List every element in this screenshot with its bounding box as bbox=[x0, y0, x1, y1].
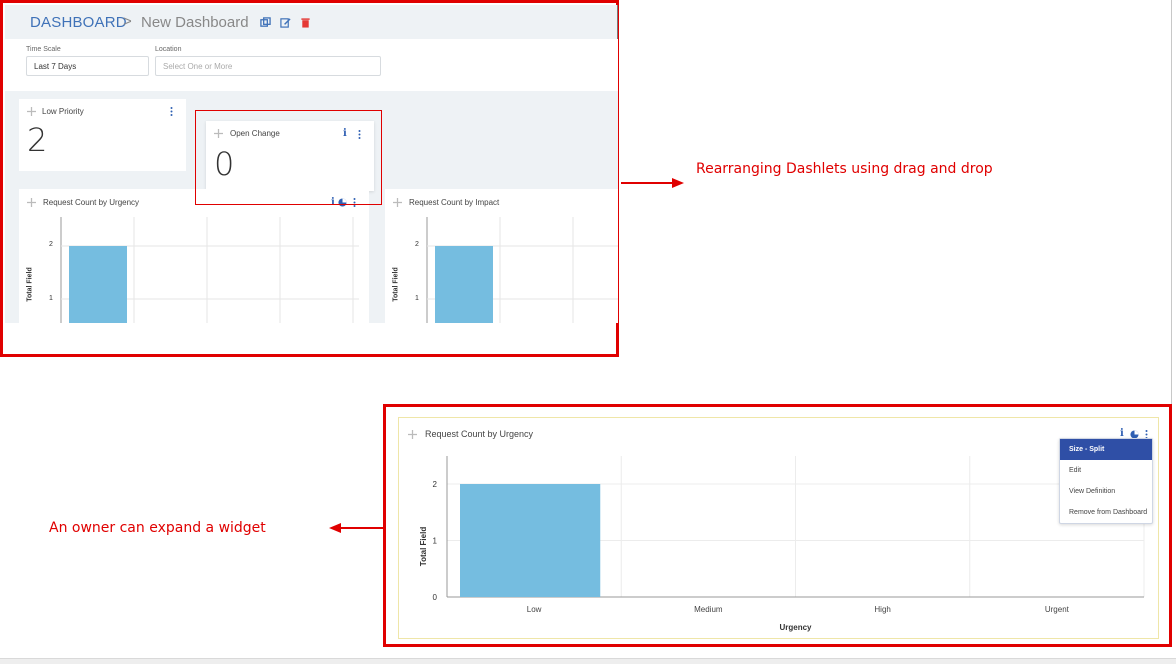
bar-low bbox=[435, 246, 493, 323]
drag-handle-icon[interactable] bbox=[27, 107, 36, 116]
x-tick-label: High bbox=[874, 605, 890, 614]
arrow-left-icon bbox=[329, 523, 383, 533]
urgency-chart-widget[interactable]: Request Count by Urgency i 0 1 2 Low Medium H… bbox=[398, 417, 1159, 639]
impact-mini-chart bbox=[426, 217, 618, 323]
y-tick-label: 1 bbox=[433, 537, 438, 546]
y-tick-label: 2 bbox=[415, 241, 419, 248]
menu-item-view-definition[interactable]: View Definition bbox=[1060, 481, 1152, 502]
bar-low bbox=[69, 246, 127, 323]
time-scale-select[interactable]: Last 7 Days bbox=[26, 56, 149, 76]
x-tick-label: Medium bbox=[694, 605, 723, 614]
y-axis-label: Total Field bbox=[392, 267, 400, 302]
low-priority-card[interactable]: Low Priority 2 bbox=[19, 99, 186, 171]
card-title: Low Priority bbox=[42, 107, 84, 116]
y-axis-label: Total Field bbox=[26, 267, 34, 302]
arrow-right-icon bbox=[621, 178, 684, 188]
drag-handle-icon[interactable] bbox=[393, 198, 402, 207]
y-tick-label: 2 bbox=[433, 480, 438, 489]
x-axis-label: Urgency bbox=[779, 623, 812, 632]
drag-drop-annotation: Rearranging Dashlets using drag and drop bbox=[696, 161, 993, 177]
page-edge-line bbox=[1171, 0, 1172, 404]
edit-icon[interactable] bbox=[280, 17, 291, 28]
bar-low bbox=[460, 484, 601, 597]
drag-handle-icon[interactable] bbox=[408, 430, 417, 439]
menu-item-remove-from-dashboard[interactable]: Remove from Dashboard bbox=[1060, 502, 1152, 523]
dashboard-screenshot-frame: DASHBOARD > New Dashboard Time Scale Las… bbox=[0, 0, 619, 357]
y-tick-label: 0 bbox=[433, 593, 438, 602]
time-scale-label: Time Scale bbox=[26, 46, 61, 53]
drag-handle-icon[interactable] bbox=[27, 198, 36, 207]
card-title: Request Count by Urgency bbox=[43, 198, 140, 207]
y-tick-label: 1 bbox=[49, 295, 53, 302]
x-tick-label: Low bbox=[527, 605, 542, 614]
card-value: 2 bbox=[27, 121, 48, 159]
dashboard-header: DASHBOARD > New Dashboard bbox=[5, 5, 618, 39]
widget-title: Request Count by Urgency bbox=[425, 429, 534, 439]
menu-item-size-split[interactable]: Size - Split bbox=[1060, 439, 1152, 460]
widget-context-menu: Size - Split Edit View Definition Remove… bbox=[1059, 438, 1153, 524]
urgency-bar-chart: 0 1 2 Low Medium High Urgent Urgency Total Field bbox=[419, 456, 1145, 632]
expand-annotation: An owner can expand a widget bbox=[49, 520, 266, 536]
urgency-mini-chart bbox=[60, 217, 359, 323]
delete-icon[interactable] bbox=[300, 17, 311, 28]
y-tick-label: 2 bbox=[49, 241, 53, 248]
drag-highlight-box bbox=[195, 110, 382, 205]
location-select[interactable]: Select One or More bbox=[155, 56, 381, 76]
x-tick-label: Urgent bbox=[1045, 605, 1070, 614]
urgency-chart-card[interactable]: Request Count by Urgency i 2 1 Total Fie… bbox=[19, 189, 369, 323]
menu-item-edit[interactable]: Edit bbox=[1060, 460, 1152, 481]
filter-bar: Time Scale Last 7 Days Location Select O… bbox=[5, 39, 618, 91]
breadcrumb-dashboard-link[interactable]: DASHBOARD bbox=[30, 14, 127, 31]
y-tick-label: 1 bbox=[415, 295, 419, 302]
breadcrumb-separator: > bbox=[123, 13, 132, 30]
scrollbar-edge bbox=[617, 5, 618, 39]
location-label: Location bbox=[155, 46, 182, 53]
y-axis-label: Total Field bbox=[419, 527, 428, 567]
impact-chart-card[interactable]: Request Count by Impact 2 1 Total Field bbox=[385, 189, 618, 323]
expanded-widget-frame: Request Count by Urgency i 0 1 2 Low Medium H… bbox=[383, 404, 1172, 647]
more-options-icon[interactable] bbox=[170, 107, 173, 116]
card-title: Request Count by Impact bbox=[409, 198, 500, 207]
page-title: New Dashboard bbox=[141, 14, 249, 31]
copy-icon[interactable] bbox=[260, 17, 271, 28]
page-bottom-bar bbox=[0, 658, 1176, 664]
